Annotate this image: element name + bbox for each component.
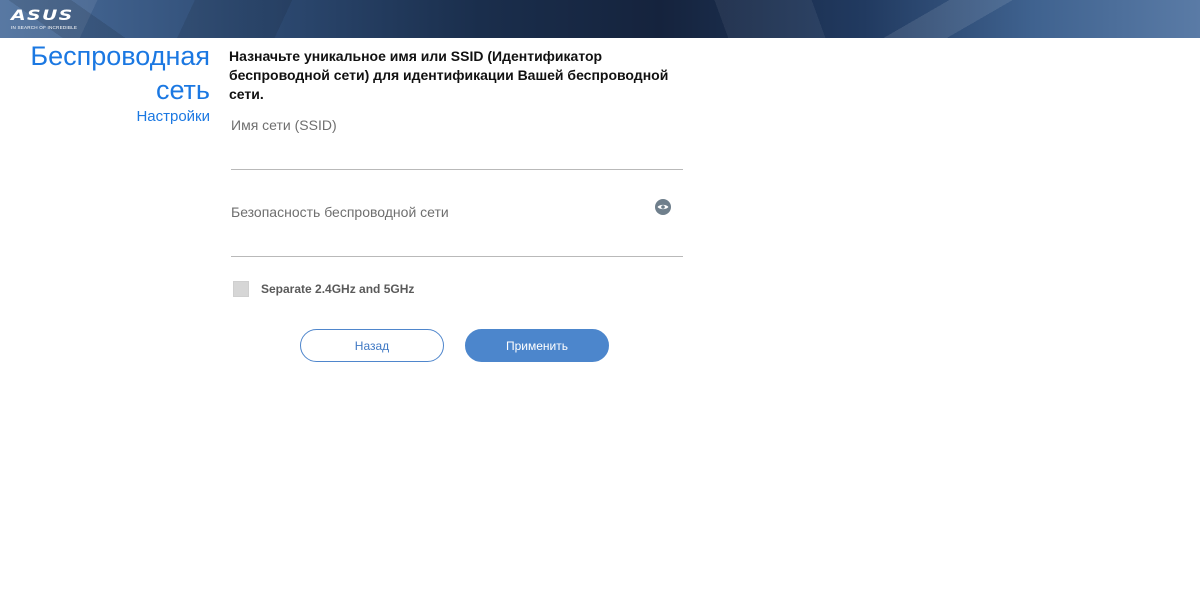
main-content: Назначьте уникальное имя или SSID (Идент… [229,47,684,362]
ssid-input[interactable] [231,145,651,167]
page-subtitle: Настройки [136,108,210,125]
page-title-line2: сеть [155,75,210,105]
separate-bands-label: Separate 2.4GHz and 5GHz [261,282,415,296]
instruction-text: Назначьте уникальное имя или SSID (Идент… [229,48,669,102]
apply-button[interactable]: Применить [465,329,609,362]
security-input[interactable] [231,232,651,254]
page-title-line1: Беспроводная [30,41,210,71]
page-title: Беспроводная сеть [0,39,210,107]
eye-icon[interactable] [655,199,671,215]
security-label: Безопасность беспроводной сети [231,204,449,220]
logo-wordmark: ASUS [11,8,74,24]
asus-logo: ASUS IN SEARCH OF INCREDIBLE [11,9,77,30]
ssid-label: Имя сети (SSID) [231,117,337,133]
logo-tagline: IN SEARCH OF INCREDIBLE [11,25,78,30]
ssid-field: Имя сети (SSID) [231,111,683,170]
back-button[interactable]: Назад [300,329,444,362]
separate-bands-checkbox[interactable] [233,281,249,297]
top-banner: ASUS IN SEARCH OF INCREDIBLE [0,0,1200,38]
security-field: Безопасность беспроводной сети [231,195,683,257]
